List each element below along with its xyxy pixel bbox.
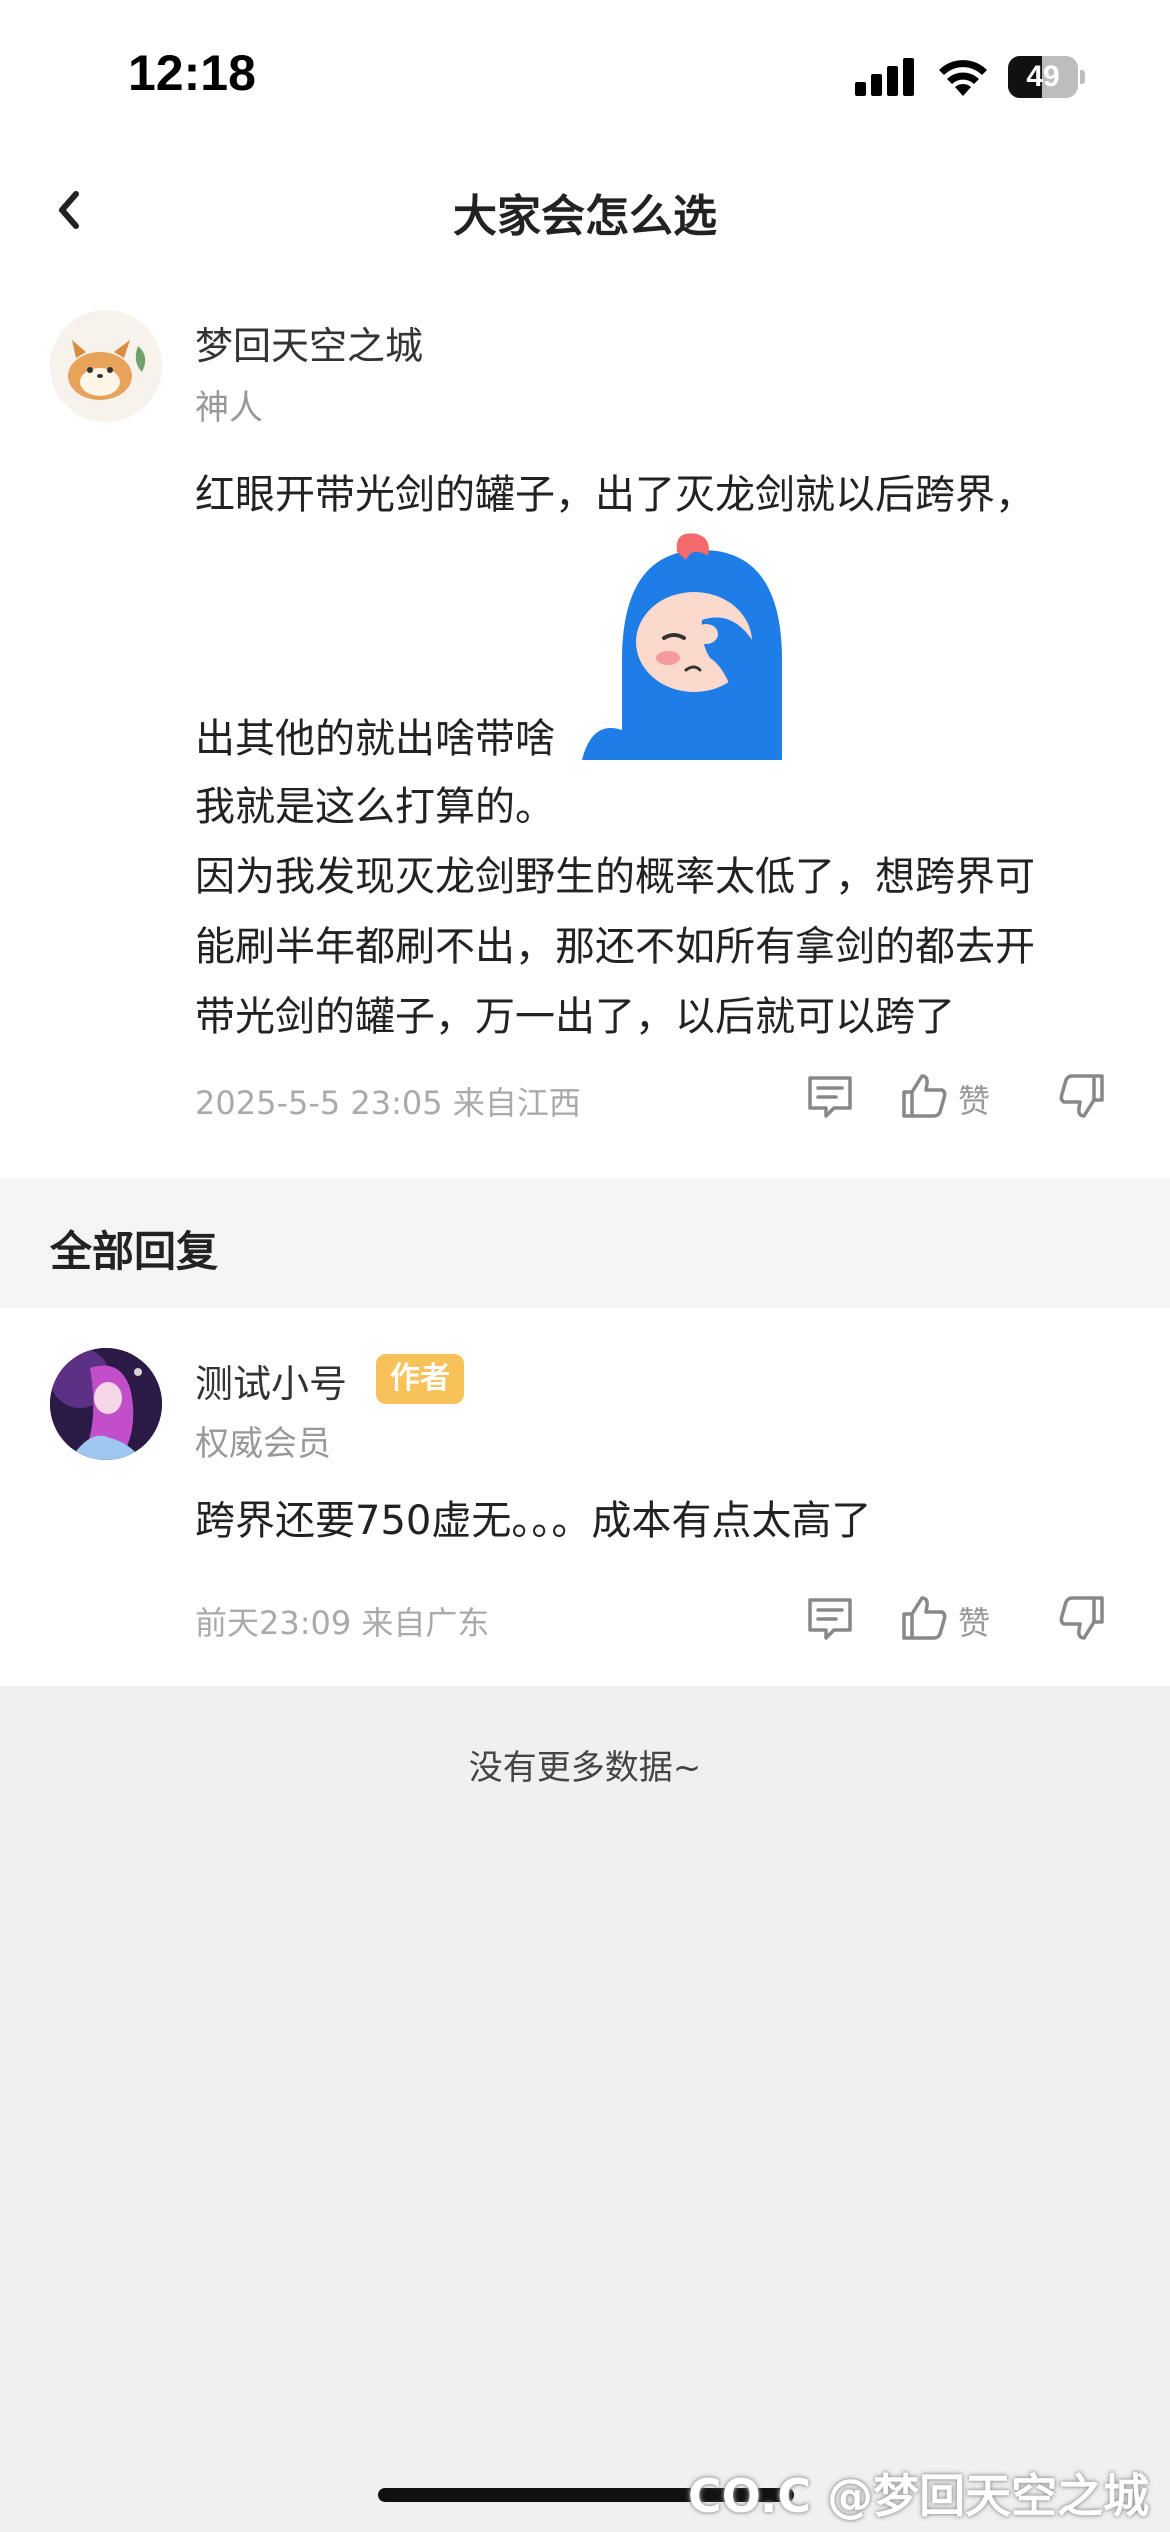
no-more-data: 没有更多数据~ (468, 1748, 702, 1788)
nav-bar: 大家会怎么选 (0, 150, 1170, 270)
status-time: 12:18 (128, 45, 256, 101)
like-label[interactable]: 赞 (958, 1598, 990, 1644)
comment-icon[interactable] (804, 1592, 856, 1644)
post-actions: 赞 (790, 1070, 1130, 1130)
reply-item: 测试小号 作者 权威会员 跨界还要750虚无。。。成本有点太高了 前天23:09… (0, 1308, 1170, 1686)
reply-meta: 前天23:09 来自广东 (195, 1604, 490, 1642)
post-user-level: 神人 (195, 388, 263, 428)
face-palm-sticker (582, 533, 782, 760)
reply-actions: 赞 (790, 1592, 1130, 1652)
post-text-line: 能刷半年都刷不出，那还不如所有拿剑的都去开 (195, 924, 1035, 970)
thumbs-up-icon[interactable] (898, 1070, 950, 1122)
thumbs-down-icon[interactable] (1056, 1592, 1108, 1644)
page-title: 大家会怎么选 (453, 191, 717, 242)
status-bar: 12:18 49 (0, 0, 1170, 150)
post-text-line: 我就是这么打算的。 (195, 784, 555, 830)
watermark: CO.C @梦回天空之城 (688, 2469, 1150, 2523)
post-meta: 2025-5-5 23:05 来自江西 (195, 1084, 581, 1122)
thumbs-up-icon[interactable] (898, 1592, 950, 1644)
battery-percent: 49 (1026, 60, 1060, 93)
reply-username[interactable]: 测试小号 (195, 1353, 347, 1408)
author-badge: 作者 (376, 1354, 464, 1404)
wifi-icon (939, 60, 987, 96)
thumbs-down-icon[interactable] (1056, 1070, 1108, 1122)
reply-user-level: 权威会员 (195, 1424, 331, 1464)
like-label[interactable]: 赞 (958, 1076, 990, 1122)
dog-avatar-icon (50, 310, 162, 422)
page: 12:18 49 大家会怎么选 梦回天空之城 神人 红眼开带光剑的罐子，出了灭龙… (0, 0, 1170, 2532)
post-text-line: 带光剑的罐子，万一出了，以后就可以跨了 (195, 994, 955, 1040)
avatar[interactable] (50, 1348, 162, 1460)
battery-icon: 49 (1008, 56, 1085, 98)
reply-text: 跨界还要750虚无。。。成本有点太高了 (195, 1498, 872, 1544)
main-post: 梦回天空之城 神人 红眼开带光剑的罐子，出了灭龙剑就以后跨界， 出其他的就出啥带… (0, 270, 1170, 1178)
replies-header: 全部回复 (0, 1178, 1170, 1308)
replies-title: 全部回复 (50, 1227, 219, 1276)
post-text-line: 因为我发现灭龙剑野生的概率太低了，想跨界可 (195, 854, 1035, 900)
cellular-signal-icon (855, 58, 915, 96)
comment-icon[interactable] (804, 1070, 856, 1122)
post-text-line: 红眼开带光剑的罐子，出了灭龙剑就以后跨界， (195, 472, 1035, 518)
avatar[interactable] (50, 310, 162, 422)
anime-avatar-icon (50, 1348, 162, 1460)
post-username[interactable]: 梦回天空之城 (195, 315, 423, 370)
